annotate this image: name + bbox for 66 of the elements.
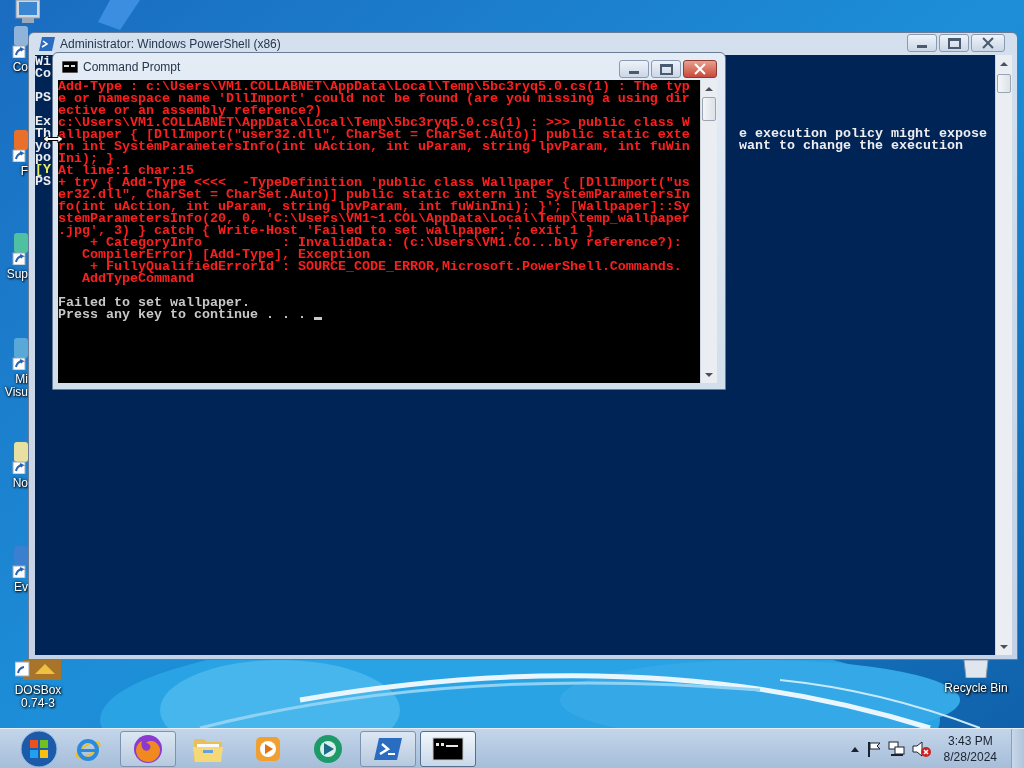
console-text: + CategoryInfo : InvalidData: (c:\Users\VM1.CO...bly reference?): <box>90 237 682 249</box>
console-text: AddTypeCommand <box>81 273 194 285</box>
terminal-icon <box>62 60 78 73</box>
dosbox-icon[interactable] <box>15 660 61 680</box>
shortcut-icon[interactable] <box>12 338 28 370</box>
console-text: want to change the execution <box>739 140 963 152</box>
close-button[interactable] <box>971 34 1005 52</box>
browser-icon <box>132 732 164 765</box>
computer-icon[interactable] <box>14 0 40 24</box>
console-text: yo <box>35 138 51 153</box>
minimize-button[interactable] <box>619 60 649 78</box>
shortcut-icon[interactable] <box>12 546 28 578</box>
flag-icon[interactable] <box>865 740 882 757</box>
console-text: Wi <box>35 55 51 69</box>
console-text: + try { Add-Type <<<< -TypeDefinition 'public class Wallpaper { [DllImport("us <box>58 177 690 189</box>
icon-label[interactable]: No <box>12 477 28 490</box>
window-title: Administrator: Windows PowerShell (x86) <box>60 37 281 51</box>
icon-label[interactable]: Ev <box>14 581 28 594</box>
console-text: + FullyQualifiedErrorId : SOURCE_CODE_ERROR,Microsoft.PowerShell.Commands. <box>90 261 682 273</box>
taskbar-button[interactable] <box>420 730 476 767</box>
console-text: Ini); } <box>58 153 114 165</box>
icon-label[interactable]: Sup <box>6 268 28 281</box>
terminal-icon <box>39 37 55 51</box>
icon-label[interactable]: Co <box>12 61 28 74</box>
shortcut-icon[interactable] <box>12 233 28 265</box>
icon-label[interactable]: Recycle Bin <box>944 682 1008 695</box>
volume-muted-icon[interactable] <box>911 740 932 757</box>
console-text: At line:1 char:15 <box>58 165 194 177</box>
terminal-icon <box>373 735 403 762</box>
icon-label[interactable]: F <box>20 165 28 178</box>
console-text: e or namespace name 'DllImport' could not be found (are you missing a using dir <box>58 93 690 105</box>
window-title: Command Prompt <box>83 59 181 74</box>
maximize-button[interactable] <box>939 34 969 52</box>
console-text: ective or an assembly reference?) <box>58 105 322 117</box>
clock-time[interactable]: 3:43 PM <box>947 732 993 749</box>
icon-label[interactable]: Mi Visu <box>4 373 28 399</box>
terminal-icon <box>432 736 464 761</box>
console-text: Co <box>35 66 51 81</box>
console-text: Add-Type : c:\Users\VM1.COLLABNET\AppData\Local\Temp\5bc3ryq5.0.cs(1) : The typ <box>58 81 690 93</box>
console-text: e execution policy might expose <box>739 128 987 140</box>
clock-date[interactable]: 8/28/2024 <box>943 748 997 765</box>
console-text: Failed to set wallpaper. <box>58 297 250 309</box>
play-icon <box>254 734 282 763</box>
console-text: stemParametersInfo(20, 0, 'C:\Users\VM1~1.COL\AppData\Local\Temp\temp_wallpaper <box>58 213 690 225</box>
console-text: Ex <box>35 114 51 129</box>
network-icon[interactable] <box>887 740 906 757</box>
icon-label[interactable]: DOSBox 0.74-3 <box>14 684 62 710</box>
console-text: er32.dll", CharSet = CharSet.Auto)] public static extern int SystemParametersIn <box>58 189 690 201</box>
console-text: PS <box>35 90 51 105</box>
console-text: .jpg', 3) } catch { Write-Host 'Failed to set wallpaper.'; exit 1 } <box>58 225 594 237</box>
minimize-button[interactable] <box>907 34 937 52</box>
console-text: rn int SystemParametersInfo(int uAction, int uParam, string lpvParam, int fuWin <box>58 141 690 153</box>
console-text: c:\Users\VM1.COLLABNET\AppData\Local\Temp\5bc3ryq5.0.cs(1) : >>> public class W <box>58 117 690 129</box>
shortcut-icon[interactable] <box>12 130 28 162</box>
shortcut-icon[interactable] <box>12 442 28 474</box>
scrollbar[interactable] <box>700 80 717 383</box>
close-button[interactable] <box>683 60 717 78</box>
console-text: fo(int uAction, int uParam, string lpvParam, int fuWinIni); }'; [Wallpaper]::Sy <box>58 201 690 213</box>
console-text: CompilerError) [Add-Type], Exception <box>81 249 370 261</box>
maximize-button[interactable] <box>651 60 681 78</box>
console-text: Press any key to continue . . . <box>58 309 307 321</box>
console-text: Th <box>35 126 51 141</box>
scrollbar[interactable] <box>995 55 1012 655</box>
shortcut-icon[interactable] <box>12 26 28 58</box>
start-button[interactable] <box>20 729 58 768</box>
console-text: allpaper { [DllImport("user32.dll", CharSet = CharSet.Auto)] public static exte <box>58 129 690 141</box>
